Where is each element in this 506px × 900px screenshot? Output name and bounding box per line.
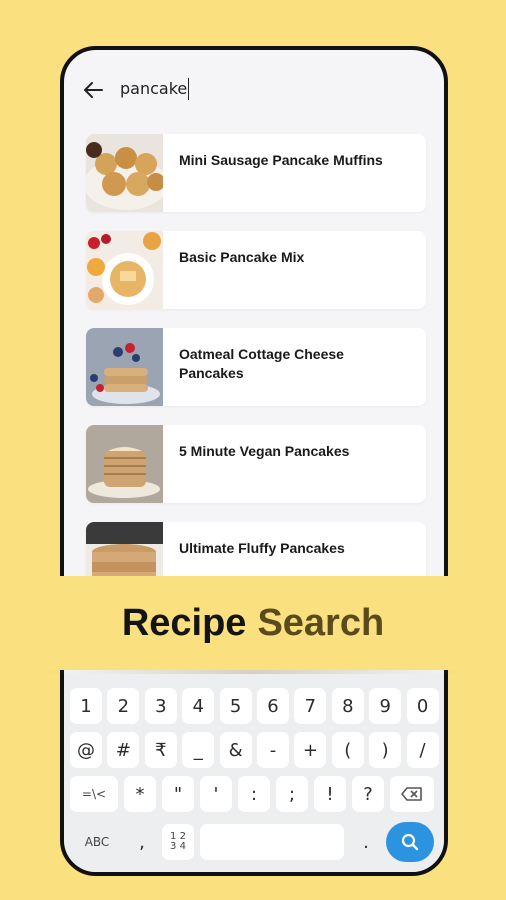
banner-word-search: Search — [257, 601, 385, 644]
punctuation-key-3[interactable]: ' — [200, 776, 232, 812]
recipe-card[interactable]: 5 Minute Vegan Pancakes — [86, 425, 426, 503]
symbol-key-4[interactable]: & — [219, 732, 252, 768]
keyboard-row-symbols: @ # ₹ _ & - +() / — [64, 732, 444, 768]
period-key[interactable]: . — [350, 824, 382, 860]
backspace-key[interactable] — [390, 776, 434, 812]
number-key-1[interactable]: 2 — [107, 688, 140, 724]
number-pad-key[interactable]: 1 2 3 4 — [162, 824, 194, 860]
recipe-image — [86, 134, 163, 212]
recipe-title: 5 Minute Vegan Pancakes — [179, 443, 350, 459]
promo-banner: Recipe Search — [0, 576, 506, 670]
recipe-title: Mini Sausage Pancake Muffins — [179, 152, 383, 168]
number-pad-bottom: 3 4 — [170, 841, 186, 852]
symbol-key-7[interactable]: ( — [331, 732, 364, 768]
symbol-key-1[interactable]: # — [107, 732, 140, 768]
recipe-image — [86, 328, 163, 406]
keyboard-row-bottom: ABC , 1 2 3 4 . — [64, 822, 444, 862]
recipe-card[interactable]: Oatmeal Cottage Cheese Pancakes — [86, 328, 426, 406]
keyboard-row-numbers: 1234567890 — [64, 688, 444, 724]
symbol-key-9[interactable]: / — [406, 732, 439, 768]
space-key[interactable] — [200, 824, 344, 860]
symbol-key-6[interactable]: + — [294, 732, 327, 768]
search-bar: pancake — [64, 68, 444, 112]
keyboard: 1234567890 @ # ₹ _ & - +() / =\< * " ':;!? ABC , 1… — [64, 674, 444, 872]
punctuation-key-2[interactable]: " — [162, 776, 194, 812]
number-key-5[interactable]: 6 — [257, 688, 289, 724]
abc-key[interactable]: ABC — [72, 824, 122, 860]
number-key-2[interactable]: 3 — [144, 688, 177, 724]
number-key-3[interactable]: 4 — [182, 688, 215, 724]
recipe-image — [86, 231, 163, 309]
backspace-icon — [401, 787, 422, 801]
comma-key[interactable]: , — [126, 824, 158, 860]
symbol-key-5[interactable]: - — [257, 732, 289, 768]
punctuation-key-4[interactable]: : — [238, 776, 270, 812]
search-key[interactable] — [386, 822, 434, 862]
recipe-card[interactable]: Mini Sausage Pancake Muffins — [86, 134, 426, 212]
punctuation-key-1[interactable]: * — [124, 776, 156, 812]
banner-word-recipe: Recipe — [121, 601, 247, 644]
phone-frame: pancake Mini Sausage Pancake Muffins Bas… — [60, 46, 448, 876]
number-key-9[interactable]: 0 — [406, 688, 439, 724]
number-key-7[interactable]: 8 — [331, 688, 364, 724]
symbol-key-2[interactable]: ₹ — [144, 732, 177, 768]
symbol-key-3[interactable]: _ — [182, 732, 215, 768]
number-key-4[interactable]: 5 — [219, 688, 252, 724]
keyboard-row-punctuation: =\< * " ':;!? — [64, 776, 444, 812]
recipe-image — [86, 425, 163, 503]
punctuation-key-7[interactable]: ? — [352, 776, 384, 812]
number-key-8[interactable]: 9 — [369, 688, 402, 724]
symbol-key-0[interactable]: @ — [70, 732, 102, 768]
number-key-6[interactable]: 7 — [294, 688, 327, 724]
status-bar — [94, 50, 174, 56]
recipe-title: Basic Pancake Mix — [179, 249, 305, 265]
symbol-key-8[interactable]: ) — [369, 732, 402, 768]
recipe-title: Oatmeal Cottage Cheese Pancakes — [179, 346, 344, 381]
back-arrow-icon[interactable] — [82, 80, 104, 100]
punctuation-key-6[interactable]: ! — [314, 776, 346, 812]
number-key-0[interactable]: 1 — [70, 688, 102, 724]
recipe-card[interactable]: Basic Pancake Mix — [86, 231, 426, 309]
punctuation-key-5[interactable]: ; — [276, 776, 308, 812]
search-icon — [401, 833, 419, 851]
punctuation-key-0[interactable]: =\< — [70, 776, 118, 812]
banner-shadow — [40, 670, 466, 674]
search-input[interactable]: pancake — [120, 78, 190, 100]
